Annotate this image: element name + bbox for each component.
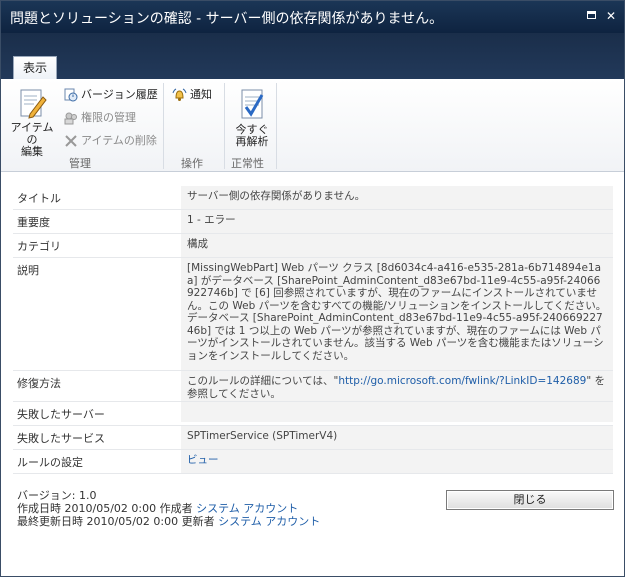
rule-settings-link[interactable]: ビュー [181, 450, 613, 473]
reanalyze-checklist-icon [241, 89, 264, 119]
edit-item-label-1: アイテムの [10, 121, 54, 146]
edit-document-icon [20, 89, 47, 119]
edit-item-label-2: 編集 [21, 145, 43, 158]
remedy-link[interactable]: http://go.microsoft.com/fwlink/?LinkID=1… [338, 375, 586, 387]
ribbon: アイテムの 編集 バージョン履歴 権限の管理 アイテムの削除 管理 通知 操作 … [1, 79, 624, 172]
reanalyze-label-2: 再解析 [235, 135, 269, 148]
property-row-remedy: 修復方法 このルールの詳細については、"http://go.microsoft.… [13, 371, 613, 402]
item-footer: バージョン: 1.0 作成日時 2010/05/02 0:00 作成者 システム… [17, 489, 320, 528]
reanalyze-button[interactable]: 今すぐ 再解析 [229, 87, 275, 148]
group-separator [163, 83, 164, 169]
group-health-label: 正常性 [231, 157, 264, 170]
window-title: 問題とソリューションの確認 - サーバー側の依存関係がありません。 [10, 11, 444, 27]
edit-item-button[interactable]: アイテムの 編集 [7, 87, 57, 158]
notify-label: 通知 [190, 88, 212, 101]
property-row-category: カテゴリ 構成 [13, 234, 613, 258]
property-label: 修復方法 [17, 377, 61, 390]
alert-bell-icon [172, 88, 187, 101]
property-label: 失敗したサービス [17, 432, 105, 445]
delete-item-button[interactable]: アイテムの削除 [64, 132, 157, 150]
modified-prefix: 最終更新日時 2010/05/02 0:00 更新者 [17, 515, 215, 528]
version-history-label: バージョン履歴 [81, 88, 158, 101]
property-value: [MissingWebPart] Web パーツ クラス [8d6034c4-a… [181, 258, 613, 370]
version-info: バージョン: 1.0 [17, 489, 97, 502]
maximize-icon[interactable] [585, 9, 599, 23]
property-label: 説明 [17, 264, 39, 277]
property-row-title: タイトル サーバー側の依存関係がありません。 [13, 186, 613, 210]
properties-table: タイトル サーバー側の依存関係がありません。 重要度 1 - エラー カテゴリ … [13, 186, 613, 474]
close-button[interactable]: 閉じる [446, 490, 614, 510]
delete-item-label: アイテムの削除 [81, 134, 157, 147]
remedy-prefix: このルールの詳細については、" [187, 375, 339, 387]
tab-view[interactable]: 表示 [13, 56, 57, 79]
group-actions-label: 操作 [181, 157, 203, 170]
group-manage-label: 管理 [69, 157, 91, 170]
property-row-failed-services: 失敗したサービス SPTimerService (SPTimerV4) [13, 426, 613, 450]
property-label: 重要度 [17, 216, 50, 229]
property-label: カテゴリ [17, 240, 61, 253]
property-row-description: 説明 [MissingWebPart] Web パーツ クラス [8d6034c… [13, 258, 613, 371]
delete-icon [65, 135, 77, 147]
property-value: SPTimerService (SPTimerV4) [181, 426, 613, 449]
created-prefix: 作成日時 2010/05/02 0:00 作成者 [17, 502, 193, 515]
property-value: このルールの詳細については、"http://go.microsoft.com/f… [181, 371, 613, 401]
group-separator [276, 83, 277, 169]
created-by-link[interactable]: システム アカウント [196, 502, 298, 515]
version-history-button[interactable]: バージョン履歴 [64, 86, 158, 104]
property-value: サーバー側の依存関係がありません。 [181, 186, 613, 209]
property-label: 失敗したサーバー [17, 408, 105, 421]
version-history-icon [64, 88, 78, 102]
created-info: 作成日時 2010/05/02 0:00 作成者 システム アカウント [17, 502, 320, 515]
group-separator [224, 83, 225, 169]
dialog-window: 問題とソリューションの確認 - サーバー側の依存関係がありません。 ✕ 表示 ア… [0, 0, 625, 577]
manage-permissions-button[interactable]: 権限の管理 [64, 109, 136, 127]
property-label: ルールの設定 [17, 456, 83, 469]
property-value [181, 402, 613, 422]
close-icon[interactable]: ✕ [604, 9, 618, 23]
property-label: タイトル [17, 192, 61, 205]
notify-button[interactable]: 通知 [172, 86, 212, 104]
property-value: 構成 [181, 234, 613, 257]
property-row-failed-servers: 失敗したサーバー [13, 402, 613, 426]
manage-permissions-label: 権限の管理 [81, 111, 136, 124]
property-row-severity: 重要度 1 - エラー [13, 210, 613, 234]
ribbon-header [1, 33, 624, 79]
property-value: 1 - エラー [181, 210, 613, 233]
permissions-icon [64, 112, 77, 125]
title-bar: 問題とソリューションの確認 - サーバー側の依存関係がありません。 ✕ [1, 1, 624, 33]
property-row-rule-settings: ルールの設定 ビュー [13, 450, 613, 474]
modified-by-link[interactable]: システム アカウント [218, 515, 320, 528]
modified-info: 最終更新日時 2010/05/02 0:00 更新者 システム アカウント [17, 515, 320, 528]
